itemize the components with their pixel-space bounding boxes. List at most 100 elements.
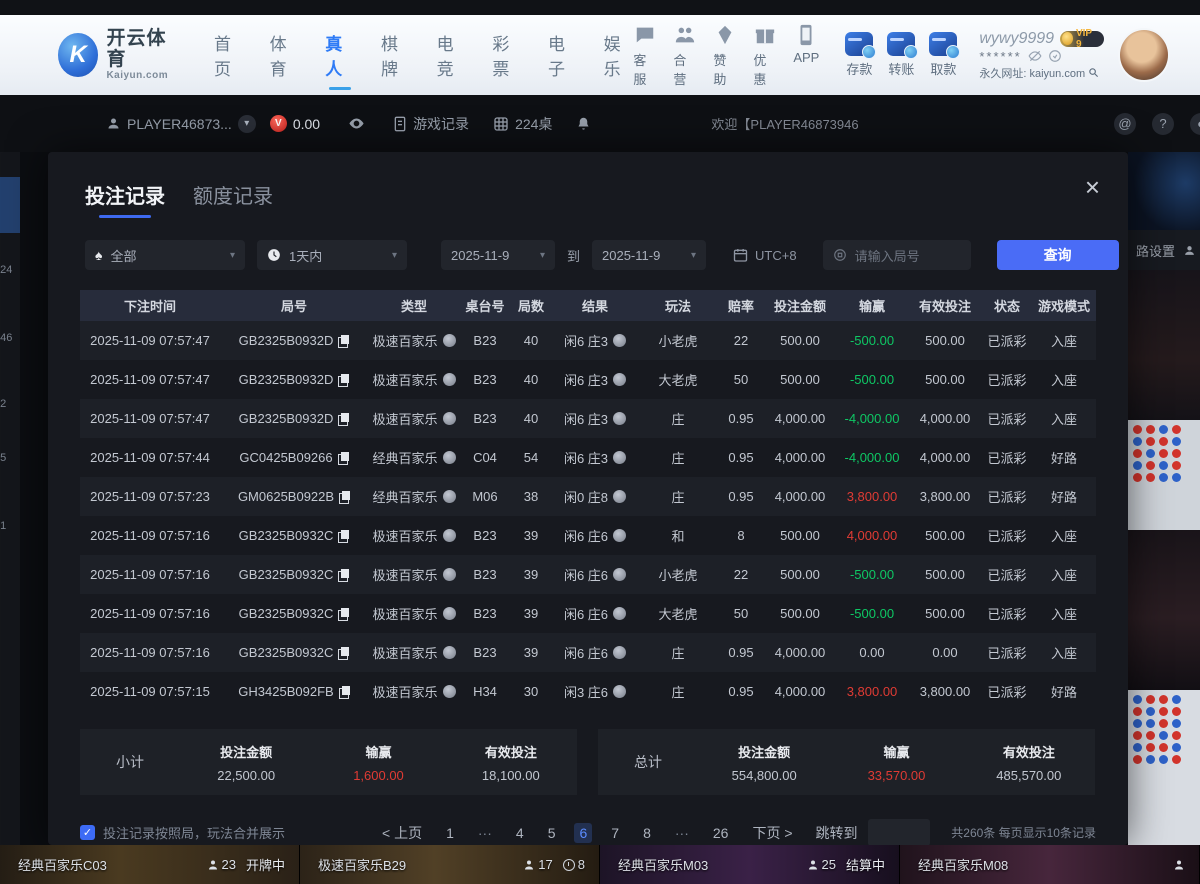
table-row[interactable]: 2025-11-09 07:57:16GB2325B0932C极速百家乐B233… <box>80 516 1096 555</box>
tables-count[interactable]: 224桌 <box>493 114 552 134</box>
quicklink-合营[interactable]: 合营 <box>673 23 697 88</box>
page-26[interactable]: 26 <box>708 823 734 843</box>
table-row[interactable]: 2025-11-09 07:57:15GH3425B092FB极速百家乐H343… <box>80 672 1096 711</box>
copy-icon[interactable] <box>338 608 349 620</box>
player-account[interactable]: PLAYER46873... ▾ <box>106 115 256 133</box>
copy-icon[interactable] <box>338 647 349 659</box>
table-row[interactable]: 2025-11-09 07:57:16GB2325B0932C极速百家乐B233… <box>80 633 1096 672</box>
nav-item-娱乐[interactable]: 娱乐 <box>604 24 634 86</box>
bead <box>1185 707 1194 716</box>
bead <box>1159 743 1168 752</box>
eye-toggle-icon[interactable] <box>348 115 365 132</box>
result-info-icon <box>613 646 626 659</box>
live-table-tile[interactable]: 经典百家乐M08 <box>900 845 1200 884</box>
copy-icon[interactable] <box>338 530 349 542</box>
bead <box>1146 743 1155 752</box>
brand-logo[interactable]: K 开云体育 Kaiyun.com <box>58 29 180 82</box>
bead <box>1159 425 1168 434</box>
table-row[interactable]: 2025-11-09 07:57:23GM0625B0922B经典百家乐M063… <box>80 477 1096 516</box>
nav-item-体育[interactable]: 体育 <box>270 24 300 86</box>
table-row[interactable]: 2025-11-09 07:57:16GB2325B0932C极速百家乐B233… <box>80 594 1096 633</box>
page-5[interactable]: 5 <box>543 823 561 843</box>
walletlink-取款[interactable]: 取款 <box>929 32 957 78</box>
table-row[interactable]: 2025-11-09 07:57:44GC0425B09266经典百家乐C045… <box>80 438 1096 477</box>
game-logo-icon <box>443 607 456 620</box>
copy-icon[interactable] <box>339 686 350 698</box>
tab-投注记录[interactable]: 投注记录 <box>85 180 165 218</box>
walletlink-转账[interactable]: 转账 <box>887 32 915 78</box>
more-icon[interactable]: ● <box>1190 113 1200 135</box>
query-button[interactable]: 查询 <box>997 240 1119 270</box>
page-4[interactable]: 4 <box>511 823 529 843</box>
live-table-tile[interactable]: 经典百家乐C0323开牌中 <box>0 845 300 884</box>
page-下页 >[interactable]: 下页 > <box>747 821 797 845</box>
bell-icon[interactable] <box>576 116 591 132</box>
cell-table-no: B23 <box>460 411 510 426</box>
table-row[interactable]: 2025-11-09 07:57:16GB2325B0932C极速百家乐B233… <box>80 555 1096 594</box>
page-< 上页[interactable]: < 上页 <box>377 821 427 845</box>
nav-item-电竞[interactable]: 电竞 <box>437 24 467 86</box>
copy-icon[interactable] <box>338 569 349 581</box>
page-6[interactable]: 6 <box>574 823 592 843</box>
live-table-tile[interactable]: 经典百家乐M0325结算中 <box>600 845 900 884</box>
page-8[interactable]: 8 <box>638 823 656 843</box>
cell-valid-bet: 3,800.00 <box>908 489 982 504</box>
video-thumb <box>1128 152 1200 230</box>
cell-bet-amount: 500.00 <box>764 567 836 582</box>
table-row[interactable]: 2025-11-09 07:57:47GB2325B0932D极速百家乐B234… <box>80 360 1096 399</box>
copy-icon[interactable] <box>338 335 349 347</box>
copy-icon[interactable] <box>339 491 350 503</box>
copy-icon[interactable] <box>338 374 349 386</box>
nav-item-彩票[interactable]: 彩票 <box>492 24 522 86</box>
settings-icon[interactable]: @ <box>1114 113 1136 135</box>
cell-game-mode: 好路 <box>1032 487 1096 506</box>
cell-result: 闲6 庄6 <box>552 604 638 623</box>
background-left-rail: 224 146 42 15 21 <box>0 152 20 845</box>
refresh-circle-icon[interactable] <box>1048 49 1062 63</box>
bead <box>1172 473 1181 482</box>
magnifier-icon[interactable] <box>1088 67 1099 78</box>
live-table-tile[interactable]: 极速百家乐B29178 <box>300 845 600 884</box>
cell-table-no: B23 <box>460 528 510 543</box>
person-icon <box>207 859 219 871</box>
jump-input[interactable] <box>868 819 930 846</box>
nav-item-首页[interactable]: 首页 <box>214 24 244 86</box>
nav-item-棋牌[interactable]: 棋牌 <box>381 24 411 86</box>
copy-icon[interactable] <box>338 413 349 425</box>
close-icon[interactable]: × <box>1085 174 1100 200</box>
quicklink-优惠[interactable]: 优惠 <box>753 23 777 88</box>
nav-item-真人[interactable]: 真人 <box>325 24 355 86</box>
cell-result: 闲6 庄3 <box>552 331 638 350</box>
cell-round-count: 40 <box>510 333 552 348</box>
round-search-input[interactable]: 请输入局号 <box>823 240 971 270</box>
col-header-有效投注: 有效投注 <box>908 296 982 315</box>
avatar[interactable] <box>1118 28 1170 82</box>
time-range-select[interactable]: 1天内 ▾ <box>257 240 407 270</box>
tab-额度记录[interactable]: 额度记录 <box>193 180 273 218</box>
copy-icon[interactable] <box>338 452 349 464</box>
date-to-select[interactable]: 2025-11-9 ▾ <box>592 240 706 270</box>
quicklink-赞助[interactable]: 赞助 <box>713 23 737 88</box>
walletlink-存款[interactable]: 存款 <box>845 32 873 78</box>
game-type-select[interactable]: ♠ 全部 ▾ <box>85 240 245 270</box>
table-row[interactable]: 2025-11-09 07:57:47GB2325B0932D极速百家乐B234… <box>80 321 1096 360</box>
cell-result: 闲6 庄3 <box>552 370 638 389</box>
result-info-icon <box>613 568 626 581</box>
cell-game-type: 极速百家乐 <box>368 565 460 584</box>
quicklink-APP[interactable]: APP <box>793 23 819 88</box>
timezone-toggle[interactable]: UTC+8 <box>732 247 797 263</box>
quicklink-客服[interactable]: 客服 <box>633 23 657 88</box>
date-from-select[interactable]: 2025-11-9 ▾ <box>441 240 555 270</box>
game-records-link[interactable]: 游戏记录 <box>393 114 469 134</box>
eye-off-icon[interactable] <box>1028 49 1042 63</box>
page-7[interactable]: 7 <box>606 823 624 843</box>
page-1[interactable]: 1 <box>441 823 459 843</box>
nav-item-电子[interactable]: 电子 <box>548 24 578 86</box>
table-row[interactable]: 2025-11-09 07:57:47GB2325B0932D极速百家乐B234… <box>80 399 1096 438</box>
chevron-down-icon[interactable]: ▾ <box>238 115 256 133</box>
chevron-down-icon: ▾ <box>392 250 397 261</box>
help-icon[interactable]: ? <box>1152 113 1174 135</box>
cell-round: GM0625B0922B <box>220 489 368 504</box>
merge-checkbox[interactable]: ✓ <box>80 825 95 840</box>
balance[interactable]: V 0.00 <box>270 115 320 132</box>
